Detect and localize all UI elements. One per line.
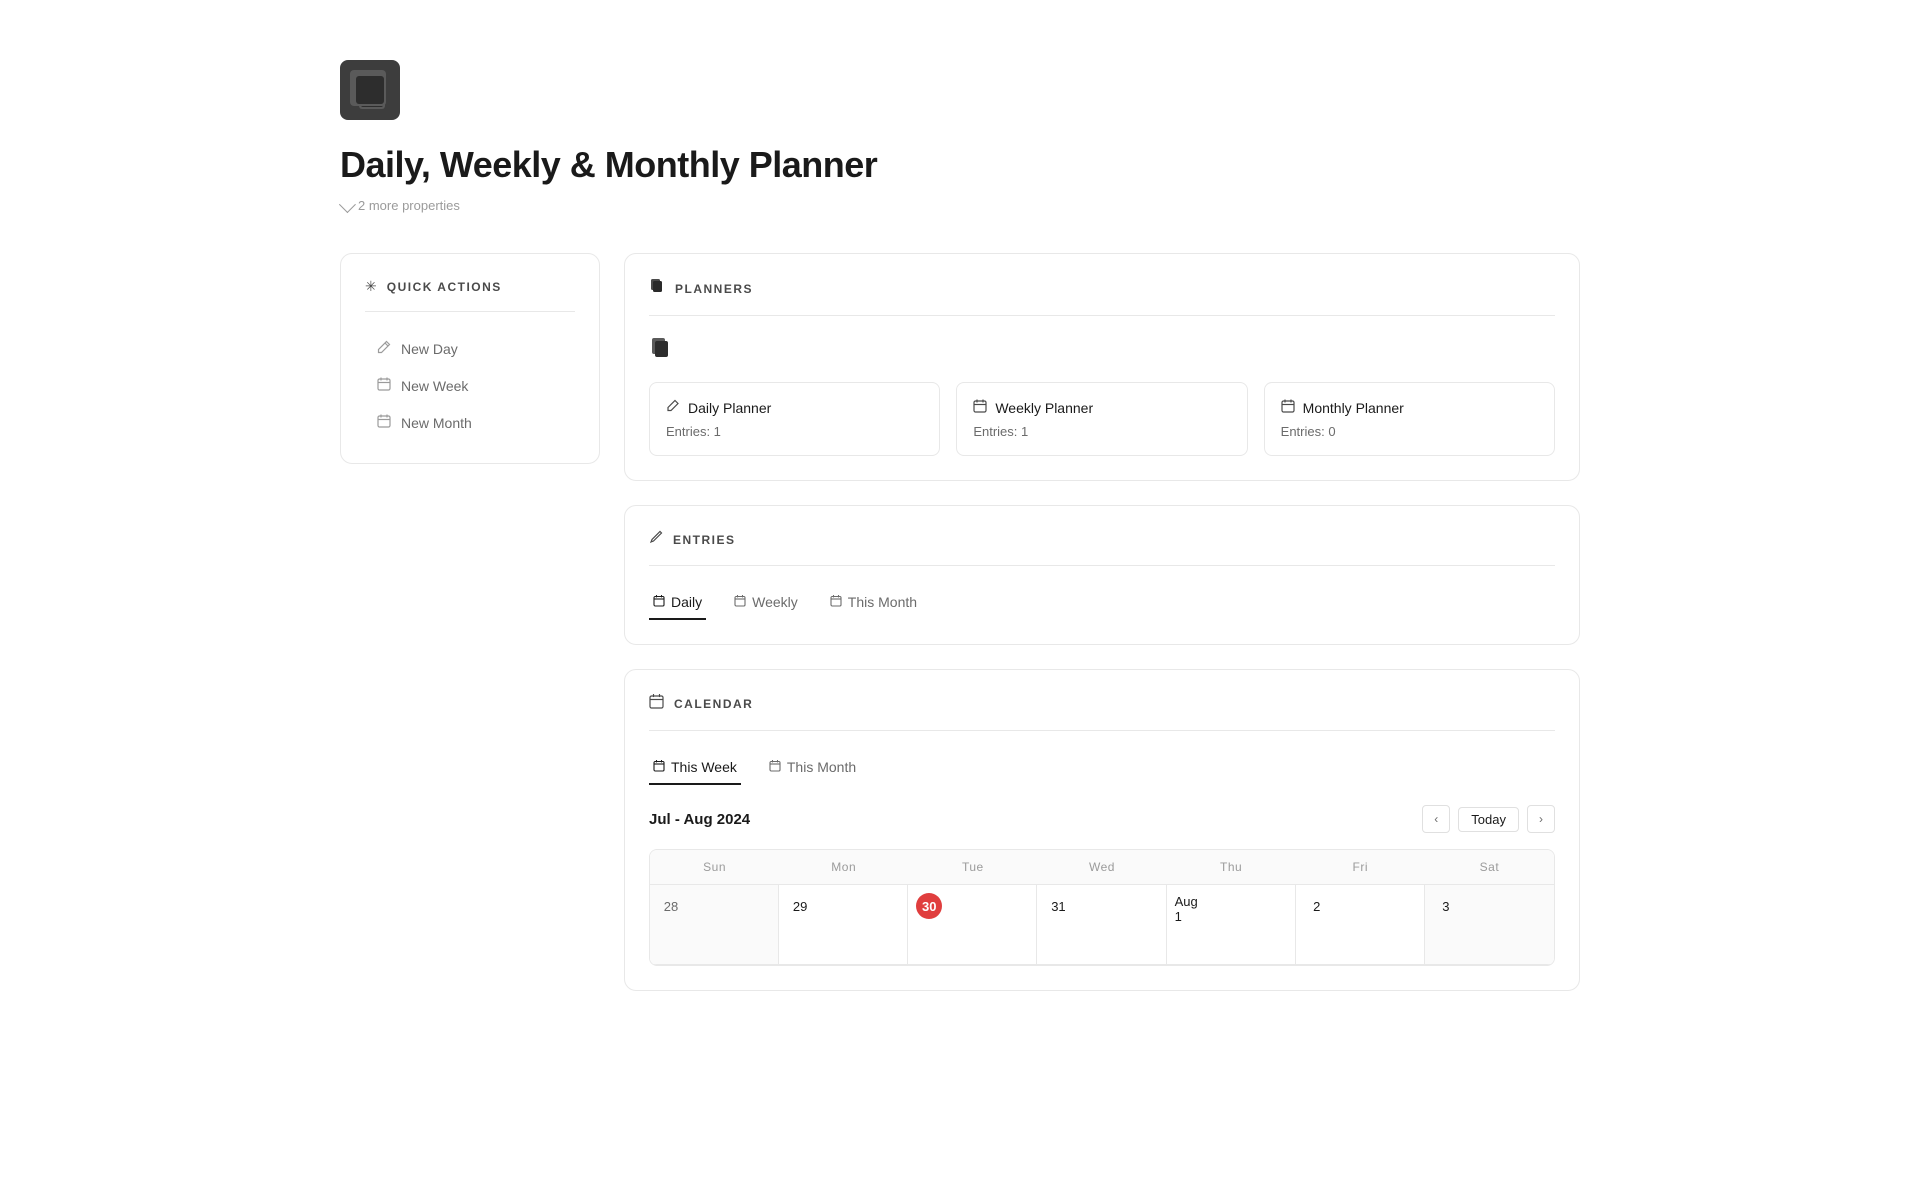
cal-cell-aug1[interactable]: Aug 1 [1167,885,1296,965]
day-name-fri: Fri [1296,850,1425,884]
cal-cell-30[interactable]: 30 [908,885,1037,965]
tab-entries-this-month[interactable]: This Month [826,586,921,620]
cal-cell-29[interactable]: 29 [779,885,908,965]
cal-prev-btn[interactable]: ‹ [1422,805,1450,833]
calendar-header: CALENDAR [649,694,1555,731]
quick-actions-header: ✳ QUICK ACTIONS [365,278,575,312]
cal-cell-3[interactable]: 3 [1425,885,1554,965]
new-day-label: New Day [401,341,458,357]
app-icon [340,60,400,120]
calendar-card: CALENDAR This Week [624,669,1580,991]
cell-date-28: 28 [658,893,684,919]
tab-weekly-label: Weekly [752,594,798,610]
page-title: Daily, Weekly & Monthly Planner [340,144,1580,186]
cell-date-30: 30 [916,893,942,919]
new-month-label: New Month [401,415,472,431]
day-name-sun: Sun [650,850,779,884]
planners-card: PLANNERS [624,253,1580,481]
tab-entries-daily[interactable]: Daily [649,586,706,620]
entries-header: ENTRIES [649,530,1555,566]
calendar-month-nav: Jul - Aug 2024 ‹ Today › [649,805,1555,833]
tab-this-month-label: This Month [848,594,917,610]
calendar-grid: Sun Mon Tue Wed Thu Fri Sat 28 29 [649,849,1555,966]
entries-card: ENTRIES Daily [624,505,1580,645]
cell-date-29: 29 [787,893,813,919]
quick-actions-icon: ✳ [365,278,377,295]
tab-calendar-this-week[interactable]: This Week [649,751,741,785]
calendar-navigation: ‹ Today › [1422,805,1555,833]
tab-this-month-icon [830,595,842,610]
tab-daily-icon [653,595,665,610]
entries-tabs: Daily Weekly [649,586,1555,620]
weekly-planner-icon [973,399,987,416]
quick-actions-title: QUICK ACTIONS [387,280,502,294]
main-layout: ✳ QUICK ACTIONS New Day [340,253,1580,991]
quick-actions-list: New Day New Week [365,332,575,439]
cal-cell-31[interactable]: 31 [1037,885,1166,965]
weekly-planner-title: Weekly Planner [995,400,1093,416]
calendar-section-title: CALENDAR [674,697,753,711]
calendar-week-row: 28 29 30 31 Aug 1 [650,885,1554,965]
day-name-thu: Thu [1167,850,1296,884]
planner-db-big-icon [649,336,1555,366]
edit-icon [377,340,391,357]
daily-planner-icon [666,399,680,416]
tab-cal-this-month-label: This Month [787,759,856,775]
cal-today-btn[interactable]: Today [1458,807,1519,832]
cell-date-aug1: Aug 1 [1175,896,1201,922]
tab-cal-this-month-icon [769,760,781,775]
day-name-wed: Wed [1037,850,1166,884]
monthly-planner-title-row: Monthly Planner [1281,399,1538,416]
planners-db-icon [649,278,665,299]
chevron-down-icon [339,196,356,213]
calendar-section-icon [649,694,664,714]
monthly-planner-icon [1281,399,1295,416]
cell-date-31: 31 [1045,893,1071,919]
tab-entries-weekly[interactable]: Weekly [730,586,802,620]
left-panel: ✳ QUICK ACTIONS New Day [340,253,600,464]
cal-next-btn[interactable]: › [1527,805,1555,833]
calendar-tabs: This Week This Month [649,751,1555,785]
tab-weekly-icon [734,595,746,610]
planner-monthly-card[interactable]: Monthly Planner Entries: 0 [1264,382,1555,456]
day-name-tue: Tue [908,850,1037,884]
quick-action-new-day[interactable]: New Day [365,332,575,365]
cell-date-3: 3 [1433,893,1459,919]
quick-action-new-month[interactable]: New Month [365,406,575,439]
daily-planner-title-row: Daily Planner [666,399,923,416]
planner-weekly-card[interactable]: Weekly Planner Entries: 1 [956,382,1247,456]
tab-this-week-icon [653,760,665,775]
daily-planner-title: Daily Planner [688,400,771,416]
right-panel: PLANNERS [624,253,1580,991]
calendar-month-icon [377,414,391,431]
entries-title: ENTRIES [673,533,736,547]
tab-this-week-label: This Week [671,759,737,775]
planners-grid: Daily Planner Entries: 1 [649,382,1555,456]
cal-cell-28[interactable]: 28 [650,885,779,965]
planner-daily-card[interactable]: Daily Planner Entries: 1 [649,382,940,456]
new-week-label: New Week [401,378,468,394]
cell-date-2: 2 [1304,893,1330,919]
cal-cell-2[interactable]: 2 [1296,885,1425,965]
calendar-days-header: Sun Mon Tue Wed Thu Fri Sat [650,850,1554,885]
day-name-sat: Sat [1425,850,1554,884]
calendar-month-label: Jul - Aug 2024 [649,811,750,828]
tab-daily-label: Daily [671,594,702,610]
page-container: Daily, Weekly & Monthly Planner 2 more p… [260,0,1660,1051]
planners-title: PLANNERS [675,282,753,296]
monthly-planner-entries: Entries: 0 [1281,424,1538,439]
more-properties-label: 2 more properties [358,198,460,213]
entries-icon [649,530,663,549]
planners-header: PLANNERS [649,278,1555,316]
monthly-planner-title: Monthly Planner [1303,400,1404,416]
tab-calendar-this-month[interactable]: This Month [765,751,860,785]
quick-action-new-week[interactable]: New Week [365,369,575,402]
calendar-week-icon [377,377,391,394]
quick-actions-card: ✳ QUICK ACTIONS New Day [340,253,600,464]
daily-planner-entries: Entries: 1 [666,424,923,439]
weekly-planner-title-row: Weekly Planner [973,399,1230,416]
more-properties-toggle[interactable]: 2 more properties [340,198,1580,213]
weekly-planner-entries: Entries: 1 [973,424,1230,439]
day-name-mon: Mon [779,850,908,884]
